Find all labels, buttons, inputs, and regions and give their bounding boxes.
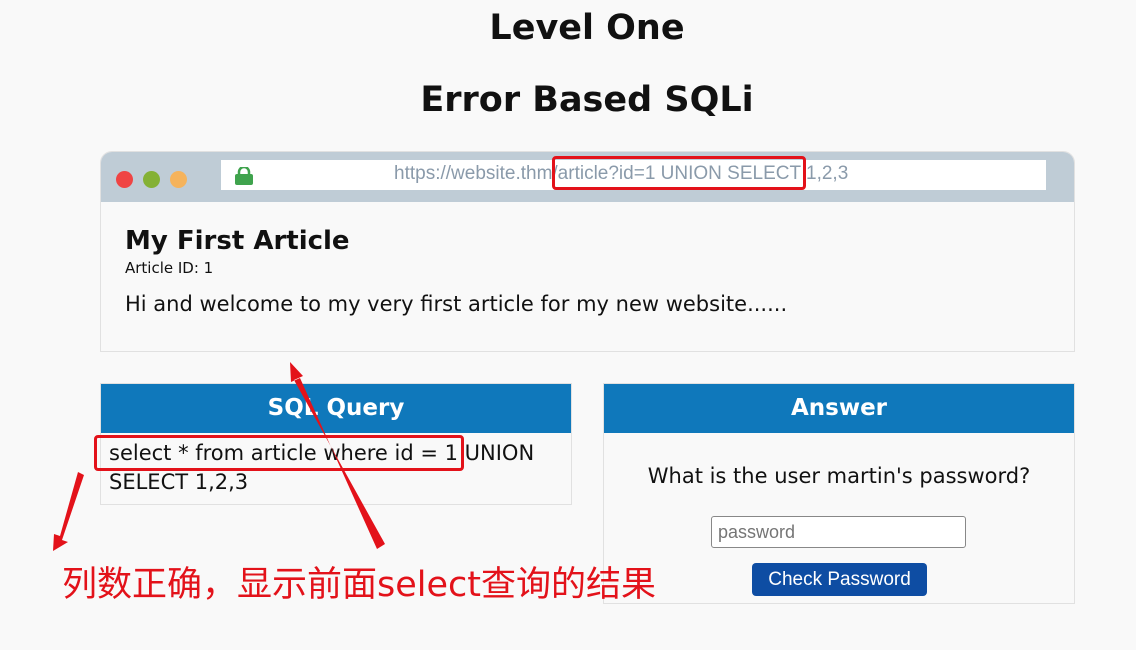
annotation-text: 列数正确，显示前面select查询的结果 xyxy=(62,565,656,605)
arrow-to-sql xyxy=(53,472,84,551)
arrow-to-article xyxy=(290,362,385,549)
annotation-arrows xyxy=(53,362,385,551)
